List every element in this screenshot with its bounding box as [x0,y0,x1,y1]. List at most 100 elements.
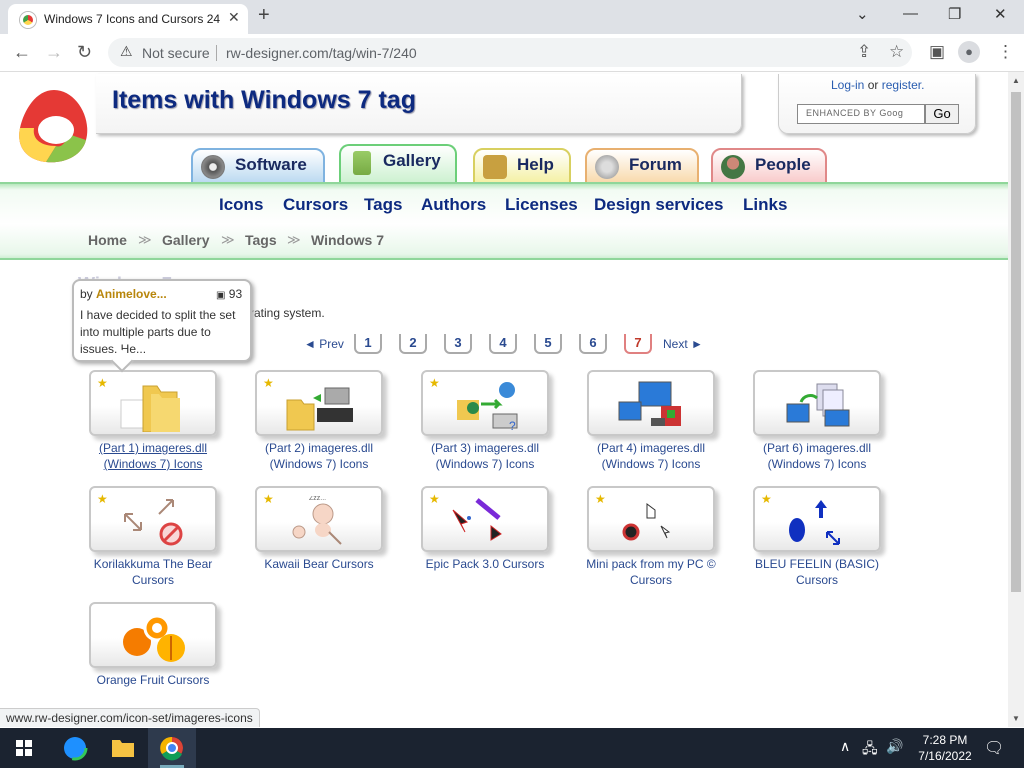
item-label[interactable]: Orange Fruit Cursors [79,672,227,688]
breadcrumb-current: Windows 7 [311,232,384,248]
item-thumbnail-frame[interactable]: ★ [753,486,881,552]
item-label[interactable]: Kawaii Bear Cursors [245,556,393,572]
item-card[interactable]: ★ (Part 4) imageres.dll (Windows 7) Icon… [587,370,727,480]
tooltip-count: ▣ 93 [216,287,242,301]
back-arrow-icon[interactable]: ← [13,42,31,63]
tab-software[interactable]: Software [191,148,325,186]
item-thumbnail-frame[interactable] [89,602,217,668]
notification-icon[interactable]: 🗨 [984,738,1004,758]
item-label[interactable]: Mini pack from my PC © Cursors [577,556,725,588]
item-thumbnail-frame[interactable]: ★ ? [421,370,549,436]
star-icon: ★ [97,492,108,506]
tab-close-icon[interactable]: ✕ [228,9,240,26]
item-card[interactable]: ★ (Part 1) imageres.dll (Windows 7) Icon… [89,370,229,480]
item-label[interactable]: BLEU FEELIN (BASIC) Cursors [743,556,891,588]
item-thumbnail-frame[interactable]: ★ Zzz... [255,486,383,552]
not-secure-label[interactable]: Not secure [142,45,210,61]
page-link[interactable]: 2 [399,334,427,354]
tab-gallery[interactable]: Gallery [339,144,457,186]
item-label[interactable]: (Part 6) imageres.dll (Windows 7) Icons [743,440,891,472]
page-link[interactable]: 1 [354,334,382,354]
item-card[interactable]: ★ BLEU FEELIN (BASIC) Cursors [753,486,893,596]
chrome-icon[interactable] [148,728,196,768]
profile-avatar-icon[interactable]: ● [958,41,980,63]
item-label[interactable]: (Part 4) imageres.dll (Windows 7) Icons [577,440,725,472]
browser-tab[interactable]: Windows 7 Icons and Cursors 24 ✕ [8,4,248,34]
breadcrumb-tags[interactable]: Tags [245,232,277,248]
nav-design-services[interactable]: Design services [594,195,723,215]
address-divider [216,45,217,61]
bear-icon: Zzz... [292,496,342,545]
login-link[interactable]: Log-in [831,78,864,92]
scrollbar-thumb[interactable] [1011,92,1021,592]
page-link[interactable]: 4 [489,334,517,354]
item-thumbnail-frame[interactable]: ★ [753,370,881,436]
nav-licenses[interactable]: Licenses [505,195,578,215]
edge-icon[interactable] [51,728,99,768]
side-panel-icon[interactable]: ▣ [929,42,945,62]
item-label[interactable]: Korilakkuma The Bear Cursors [79,556,227,588]
page-link[interactable]: 6 [579,334,607,354]
nav-authors[interactable]: Authors [421,195,486,215]
nav-icons[interactable]: Icons [219,195,263,215]
nav-links[interactable]: Links [743,195,787,215]
prev-page-link[interactable]: ◄ Prev [304,337,344,351]
item-label[interactable]: Epic Pack 3.0 Cursors [411,556,559,572]
breadcrumb-home[interactable]: Home [88,232,127,248]
system-clock[interactable]: 7:28 PM 7/16/2022 [914,732,976,764]
minimize-button[interactable]: — [903,5,918,22]
restore-button[interactable]: ❐ [948,5,961,23]
file-explorer-icon[interactable] [99,728,147,768]
tray-chevron-icon[interactable]: ∧ [840,738,850,755]
bookmark-star-icon[interactable]: ☆ [889,42,904,62]
item-card[interactable]: ★ Mini pack from my PC © Cursors [586,486,727,596]
go-button[interactable]: Go [925,104,959,124]
nav-tags[interactable]: Tags [364,195,402,215]
tab-people[interactable]: People [711,148,827,186]
tab-title: Windows 7 Icons and Cursors 24 [44,12,221,26]
breadcrumb-gallery[interactable]: Gallery [162,232,209,248]
item-card[interactable]: ★ Zzz... Kawaii Bear Cursors [255,486,395,596]
search-input[interactable]: ENHANCED BY Goog [797,104,925,124]
item-card[interactable]: ★ Korilakkuma The Bear Cursors [89,486,229,596]
page-link[interactable]: 3 [444,334,472,354]
tab-search-icon[interactable]: ⌄ [856,5,869,23]
blue-cursor-icon [789,500,840,545]
page-link[interactable]: 5 [534,334,562,354]
item-thumbnail-frame[interactable]: ★ [587,486,715,552]
tab-forum[interactable]: Forum [585,148,699,186]
item-thumbnail-frame[interactable]: ★ [255,370,383,436]
item-label[interactable]: (Part 2) imageres.dll (Windows 7) Icons [245,440,393,472]
scroll-up-icon[interactable]: ▲ [1012,76,1020,85]
start-windows-icon[interactable] [0,728,48,768]
forward-arrow-icon[interactable]: → [45,42,63,63]
item-thumbnail-frame[interactable]: ★ [89,486,217,552]
close-window-button[interactable]: ✕ [994,5,1007,23]
rw-designer-logo[interactable] [16,88,96,166]
next-page-link[interactable]: Next ► [663,337,703,351]
scroll-down-icon[interactable]: ▼ [1012,714,1020,723]
network-tray-icon[interactable]: 🖧 [862,738,878,762]
tab-help[interactable]: Help [473,148,571,186]
item-card[interactable]: ★ (Part 6) imageres.dll (Windows 7) Icon… [753,370,893,480]
page-scrollbar[interactable]: ▲ ▼ [1008,72,1024,727]
item-card[interactable]: ★ Epic Pack 3.0 Cursors [421,486,561,596]
share-icon[interactable]: ⇪ [857,42,871,62]
warning-icon[interactable]: ⚠ [120,43,133,60]
item-card[interactable]: ★ (Part 2) imageres.dll (Windows 7) Icon… [255,370,395,480]
item-card[interactable]: ★ ? (Part 3) imageres.dll (Windows 7) Ic… [421,370,561,480]
item-thumbnail-frame[interactable]: ★ [587,370,715,436]
reload-icon[interactable]: ↻ [77,42,92,63]
url-text[interactable]: rw-designer.com/tag/win-7/240 [226,45,417,61]
item-label[interactable]: (Part 1) imageres.dll (Windows 7) Icons [79,440,227,472]
register-link[interactable]: register. [882,78,925,92]
volume-icon[interactable]: 🔊 [886,738,903,755]
item-card[interactable]: Orange Fruit Cursors [89,602,229,712]
new-tab-button[interactable]: + [258,4,270,27]
address-bar[interactable]: ⚠ Not secure rw-designer.com/tag/win-7/2… [108,38,912,67]
menu-dots-icon[interactable]: ⋮ [997,42,1014,62]
item-label[interactable]: (Part 3) imageres.dll (Windows 7) Icons [411,440,559,472]
nav-cursors[interactable]: Cursors [283,195,348,215]
item-thumbnail-frame[interactable]: ★ [89,370,217,436]
item-thumbnail-frame[interactable]: ★ [421,486,549,552]
